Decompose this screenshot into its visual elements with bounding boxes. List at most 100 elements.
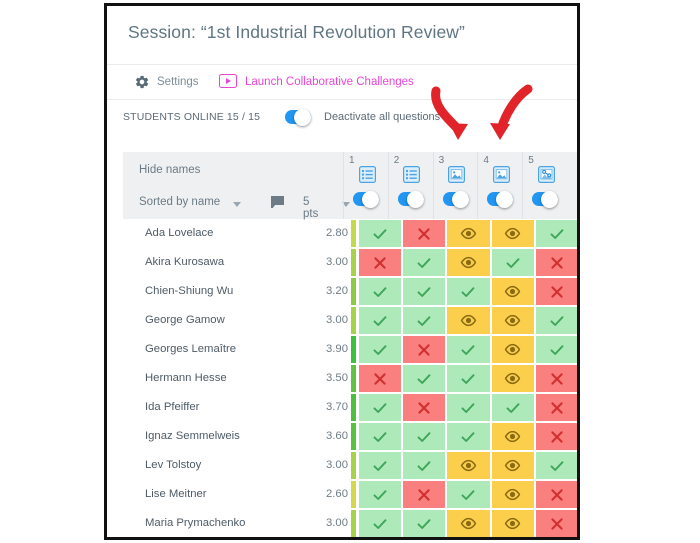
sorted-by-label[interactable]: Sorted by name bbox=[139, 196, 220, 208]
score-accent-bar bbox=[351, 510, 356, 537]
settings-button[interactable]: Settings bbox=[157, 76, 199, 88]
answer-cell-q3[interactable] bbox=[447, 220, 490, 247]
table-row[interactable]: Lise Meitner 2.60 bbox=[123, 480, 577, 509]
answer-cell-q4[interactable] bbox=[491, 510, 534, 537]
answer-cell-q2[interactable] bbox=[403, 220, 446, 247]
answer-cell-q3[interactable] bbox=[447, 249, 490, 276]
answer-cell-q5[interactable] bbox=[535, 365, 577, 392]
toggle-knob bbox=[541, 190, 559, 208]
score-accent-bar bbox=[351, 220, 356, 247]
answer-cell-q5[interactable] bbox=[535, 510, 577, 537]
answer-cell-q5[interactable] bbox=[535, 220, 577, 247]
answer-cell-q2[interactable] bbox=[403, 394, 446, 421]
answer-cell-q1[interactable] bbox=[359, 249, 402, 276]
answer-cell-q3[interactable] bbox=[447, 423, 490, 450]
answer-cell-q3[interactable] bbox=[447, 365, 490, 392]
launch-collaborative-challenges-link[interactable]: Launch Collaborative Challenges bbox=[245, 76, 414, 88]
answer-cells bbox=[359, 481, 577, 508]
answer-cell-q1[interactable] bbox=[359, 336, 402, 363]
score-accent-bar bbox=[351, 423, 356, 450]
score-accent-bar bbox=[351, 452, 356, 479]
answer-cell-q1[interactable] bbox=[359, 452, 402, 479]
answer-cell-q2[interactable] bbox=[403, 510, 446, 537]
answer-cell-q5[interactable] bbox=[535, 249, 577, 276]
deactivate-all-questions-toggle[interactable] bbox=[285, 108, 311, 126]
table-row[interactable]: Lev Tolstoy 3.00 bbox=[123, 451, 577, 480]
answer-cell-q2[interactable] bbox=[403, 278, 446, 305]
answer-cell-q3[interactable] bbox=[447, 481, 490, 508]
student-score: 3.00 bbox=[326, 314, 348, 326]
answer-cell-q3[interactable] bbox=[447, 336, 490, 363]
table-row[interactable]: Ignaz Semmelweis 3.60 bbox=[123, 422, 577, 451]
answer-cell-q1[interactable] bbox=[359, 510, 402, 537]
student-name: Akira Kurosawa bbox=[145, 256, 225, 268]
answer-cell-q2[interactable] bbox=[403, 307, 446, 334]
answer-cell-q2[interactable] bbox=[403, 249, 446, 276]
answer-cell-q3[interactable] bbox=[447, 510, 490, 537]
answer-cells bbox=[359, 249, 577, 276]
question-4-toggle[interactable] bbox=[487, 190, 514, 208]
answer-cell-q4[interactable] bbox=[491, 220, 534, 247]
table-row[interactable]: Ida Pfeiffer 3.70 bbox=[123, 393, 577, 422]
list-question-icon[interactable] bbox=[403, 166, 421, 183]
points-value[interactable]: 5 pts bbox=[303, 196, 318, 220]
student-score: 3.50 bbox=[326, 372, 348, 384]
question-2-toggle[interactable] bbox=[397, 190, 424, 208]
answer-cell-q4[interactable] bbox=[491, 365, 534, 392]
answer-cell-q3[interactable] bbox=[447, 307, 490, 334]
toggle-knob bbox=[496, 190, 514, 208]
table-row[interactable]: Ada Lovelace 2.80 bbox=[123, 219, 577, 248]
answer-cell-q4[interactable] bbox=[491, 394, 534, 421]
answer-cell-q5[interactable] bbox=[535, 481, 577, 508]
table-row[interactable]: Chien-Shiung Wu 3.20 bbox=[123, 277, 577, 306]
answer-cell-q2[interactable] bbox=[403, 452, 446, 479]
answer-cell-q4[interactable] bbox=[491, 336, 534, 363]
answer-cell-q1[interactable] bbox=[359, 365, 402, 392]
divider-top bbox=[107, 64, 577, 65]
answer-cell-q5[interactable] bbox=[535, 336, 577, 363]
answer-cell-q3[interactable] bbox=[447, 278, 490, 305]
answer-cell-q2[interactable] bbox=[403, 336, 446, 363]
answer-cell-q3[interactable] bbox=[447, 394, 490, 421]
question-5-toggle[interactable] bbox=[532, 190, 559, 208]
answer-cell-q2[interactable] bbox=[403, 481, 446, 508]
table-row[interactable]: Akira Kurosawa 3.00 bbox=[123, 248, 577, 277]
answer-cell-q5[interactable] bbox=[535, 452, 577, 479]
page-title: Session: “1st Industrial Revolution Revi… bbox=[128, 22, 465, 42]
students-online-bar: STUDENTS ONLINE 15 / 15 Deactivate all q… bbox=[107, 100, 577, 134]
image-question-icon[interactable] bbox=[492, 166, 510, 183]
answer-cell-q4[interactable] bbox=[491, 278, 534, 305]
answer-cell-q1[interactable] bbox=[359, 220, 402, 247]
toggle-knob bbox=[294, 108, 311, 126]
answer-cell-q1[interactable] bbox=[359, 307, 402, 334]
answer-cell-q4[interactable] bbox=[491, 307, 534, 334]
hotspot-question-icon[interactable] bbox=[537, 166, 555, 183]
hide-names-button[interactable]: Hide names bbox=[139, 164, 200, 176]
question-1-toggle[interactable] bbox=[353, 190, 379, 208]
answer-cell-q4[interactable] bbox=[491, 481, 534, 508]
answer-cell-q5[interactable] bbox=[535, 394, 577, 421]
answer-cell-q1[interactable] bbox=[359, 394, 402, 421]
answer-cell-q5[interactable] bbox=[535, 278, 577, 305]
answer-cell-q3[interactable] bbox=[447, 452, 490, 479]
answer-cell-q5[interactable] bbox=[535, 423, 577, 450]
question-3-toggle[interactable] bbox=[442, 190, 469, 208]
answer-cell-q4[interactable] bbox=[491, 452, 534, 479]
table-row[interactable]: George Gamow 3.00 bbox=[123, 306, 577, 335]
table-row[interactable]: Georges Lemaître 3.90 bbox=[123, 335, 577, 364]
answer-cell-q2[interactable] bbox=[403, 423, 446, 450]
table-row[interactable]: Hermann Hesse 3.50 bbox=[123, 364, 577, 393]
answer-cell-q1[interactable] bbox=[359, 278, 402, 305]
answer-cell-q1[interactable] bbox=[359, 423, 402, 450]
answer-cell-q5[interactable] bbox=[535, 307, 577, 334]
answer-cell-q2[interactable] bbox=[403, 365, 446, 392]
flag-icon[interactable] bbox=[271, 196, 284, 208]
question-number: 5 bbox=[528, 155, 534, 166]
answer-cell-q1[interactable] bbox=[359, 481, 402, 508]
list-question-icon[interactable] bbox=[358, 166, 376, 183]
image-question-icon[interactable] bbox=[448, 166, 466, 183]
table-row[interactable]: Maria Prymachenko 3.00 bbox=[123, 509, 577, 537]
chevron-down-icon-sort[interactable] bbox=[233, 202, 241, 207]
answer-cell-q4[interactable] bbox=[491, 249, 534, 276]
answer-cell-q4[interactable] bbox=[491, 423, 534, 450]
